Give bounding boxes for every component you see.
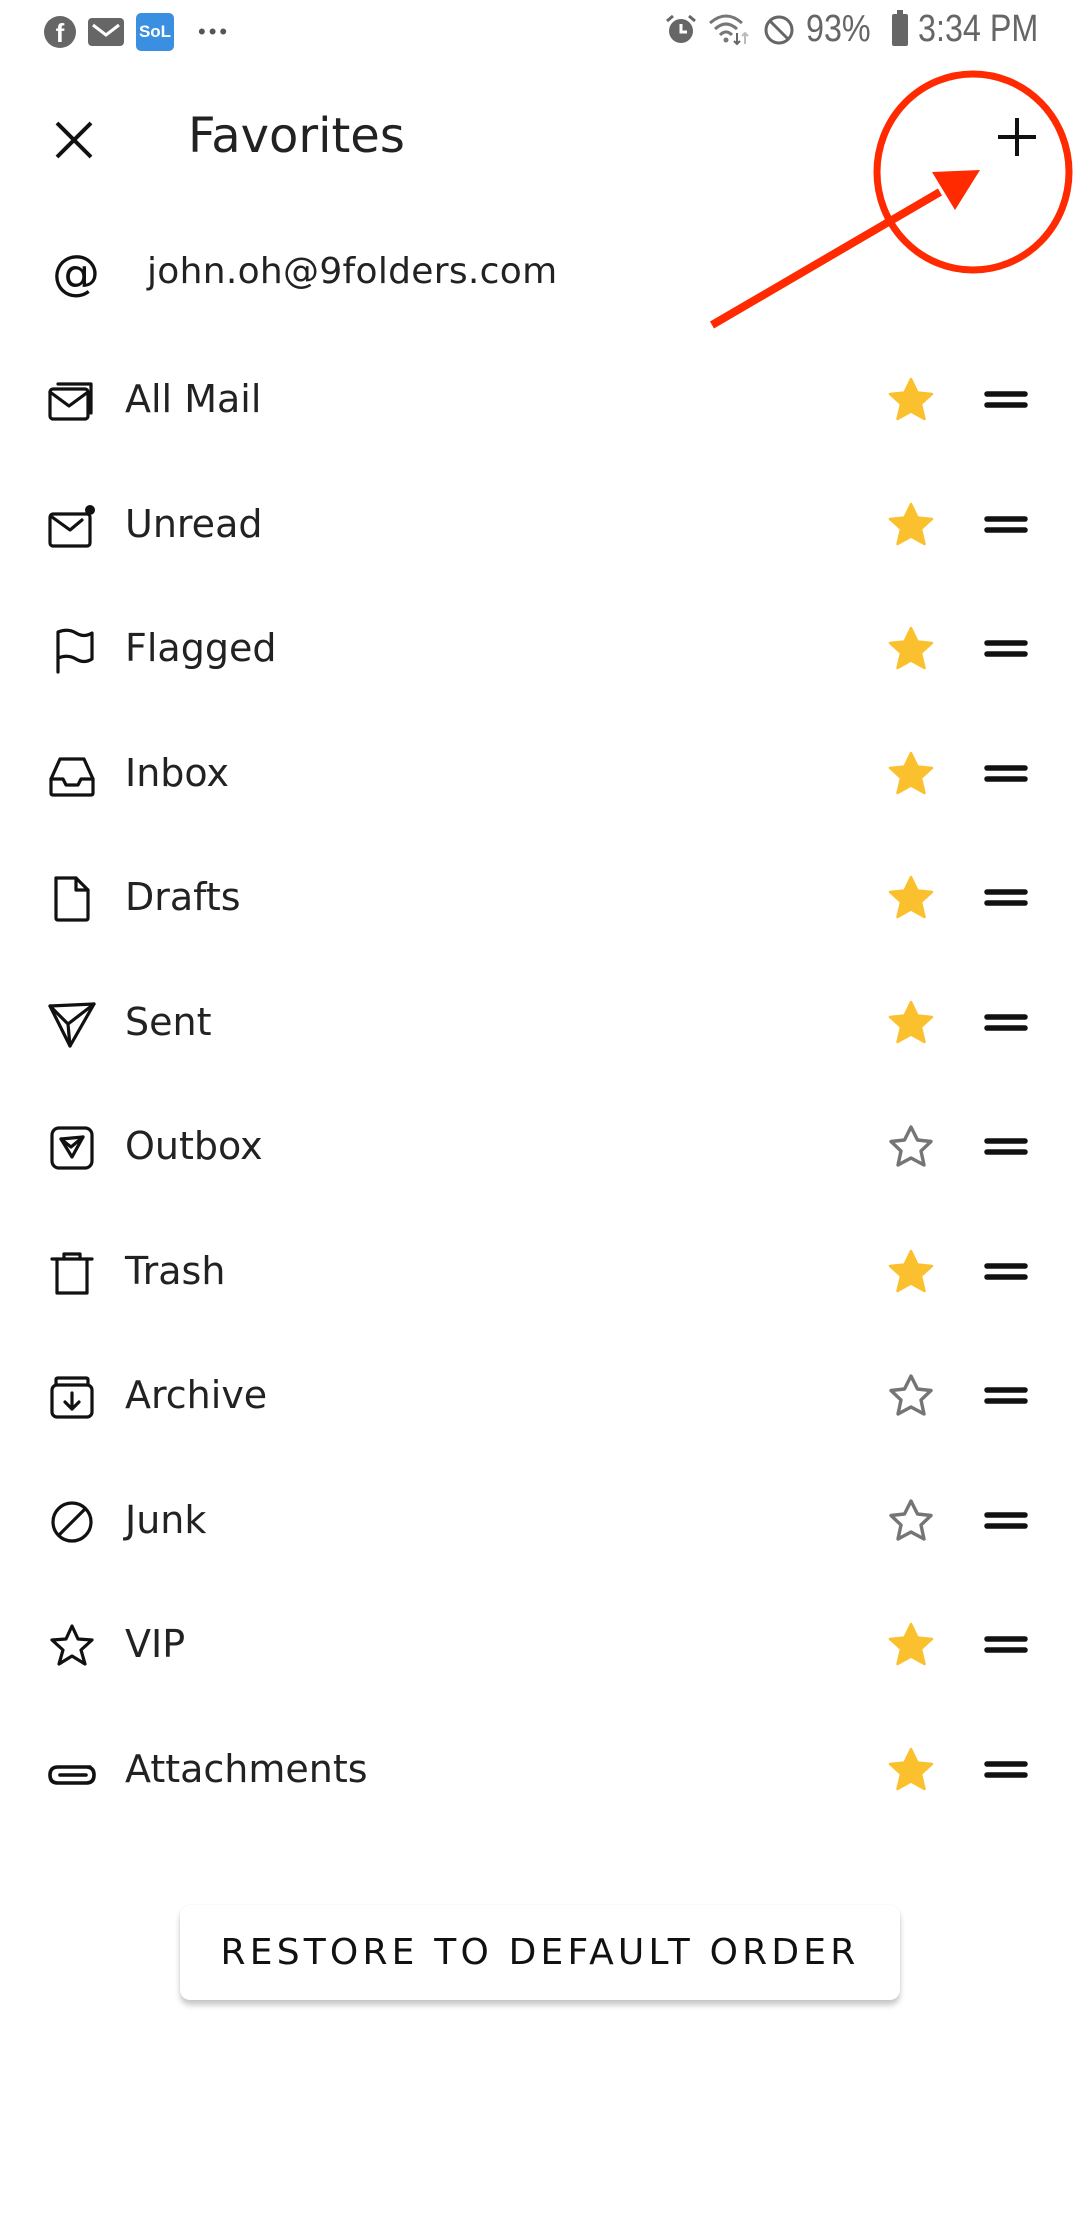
do-not-disturb-icon bbox=[764, 15, 794, 44]
page-title: Favorites bbox=[188, 108, 405, 164]
star-filled-icon[interactable] bbox=[886, 375, 936, 425]
star-outline-icon[interactable] bbox=[886, 1496, 936, 1546]
drag-handle-icon[interactable] bbox=[980, 1249, 1032, 1295]
star-filled-icon[interactable] bbox=[886, 749, 936, 799]
folder-label: Unread bbox=[125, 501, 263, 546]
drag-handle-icon[interactable] bbox=[980, 1000, 1032, 1046]
star-outline-icon[interactable] bbox=[886, 1122, 936, 1172]
folder-row-junk[interactable]: Junk bbox=[0, 1458, 1080, 1583]
folder-label: Outbox bbox=[125, 1124, 263, 1168]
drag-handle-icon[interactable] bbox=[980, 875, 1032, 921]
folder-label: Drafts bbox=[125, 875, 241, 919]
alarm-icon bbox=[666, 14, 697, 43]
draft-document-icon bbox=[46, 873, 98, 925]
star-filled-icon[interactable] bbox=[886, 1745, 936, 1795]
close-button[interactable] bbox=[48, 112, 98, 162]
folder-row-drafts[interactable]: Drafts bbox=[0, 835, 1080, 960]
folder-label: Flagged bbox=[125, 626, 277, 670]
folder-row-sent[interactable]: Sent bbox=[0, 960, 1080, 1085]
notification-icons: f SoL ••• bbox=[44, 13, 230, 51]
folder-label: Inbox bbox=[125, 750, 229, 795]
plus-icon bbox=[998, 118, 1036, 156]
unread-mail-icon bbox=[46, 500, 98, 552]
sent-paper-plane-icon bbox=[46, 998, 98, 1050]
battery-icon bbox=[892, 9, 909, 46]
restore-default-order-button[interactable]: RESTORE TO DEFAULT ORDER bbox=[180, 1905, 900, 2000]
drag-handle-icon[interactable] bbox=[980, 626, 1032, 672]
folder-row-all-mail[interactable]: All Mail bbox=[0, 337, 1080, 462]
folder-row-vip[interactable]: VIP bbox=[0, 1582, 1080, 1707]
drag-handle-icon[interactable] bbox=[980, 1124, 1032, 1170]
favorites-list: All Mail Unread Flagged Inbox Drafts Sent Outb… bbox=[0, 337, 1080, 1831]
drag-handle-icon[interactable] bbox=[980, 1747, 1032, 1793]
vip-star-icon bbox=[46, 1620, 98, 1672]
folder-row-flagged[interactable]: Flagged bbox=[0, 586, 1080, 711]
at-icon: @ bbox=[52, 245, 100, 301]
drag-handle-icon[interactable] bbox=[980, 502, 1032, 548]
paperclip-icon bbox=[46, 1745, 98, 1797]
folder-row-trash[interactable]: Trash bbox=[0, 1209, 1080, 1334]
star-filled-icon[interactable] bbox=[886, 873, 936, 923]
trash-icon bbox=[46, 1247, 98, 1299]
folder-row-attachments[interactable]: Attachments bbox=[0, 1707, 1080, 1832]
status-bar: f SoL ••• 93% 3:34 PM bbox=[0, 0, 1080, 62]
folder-row-inbox[interactable]: Inbox bbox=[0, 711, 1080, 836]
drag-handle-icon[interactable] bbox=[980, 1373, 1032, 1419]
folder-label: Sent bbox=[125, 999, 212, 1044]
folder-label: Archive bbox=[125, 1373, 268, 1417]
inbox-tray-icon bbox=[46, 749, 98, 801]
add-favorite-button[interactable] bbox=[990, 110, 1044, 164]
battery-percent: 93% bbox=[806, 8, 872, 50]
flag-icon bbox=[46, 624, 98, 676]
more-notifications-icon: ••• bbox=[198, 19, 231, 44]
drag-handle-icon[interactable] bbox=[980, 1622, 1032, 1668]
folder-label: Junk bbox=[125, 1497, 207, 1542]
clock: 3:34 PM bbox=[918, 8, 1039, 50]
app-header: Favorites bbox=[0, 90, 1080, 182]
facebook-icon: f bbox=[44, 16, 76, 48]
folder-label: VIP bbox=[125, 1622, 186, 1666]
email-notification-icon bbox=[88, 18, 124, 46]
folder-row-outbox[interactable]: Outbox bbox=[0, 1084, 1080, 1209]
junk-block-icon bbox=[46, 1496, 98, 1548]
folder-row-archive[interactable]: Archive bbox=[0, 1333, 1080, 1458]
system-status: 93% 3:34 PM bbox=[664, 8, 1060, 51]
archive-box-icon bbox=[46, 1371, 98, 1423]
drag-handle-icon[interactable] bbox=[980, 751, 1032, 797]
account-email: john.oh@9folders.com bbox=[147, 251, 558, 292]
drag-handle-icon[interactable] bbox=[980, 377, 1032, 423]
star-outline-icon[interactable] bbox=[886, 1371, 936, 1421]
outbox-icon bbox=[46, 1122, 98, 1174]
folder-row-unread[interactable]: Unread bbox=[0, 462, 1080, 587]
star-filled-icon[interactable] bbox=[886, 1620, 936, 1670]
drag-handle-icon[interactable] bbox=[980, 1498, 1032, 1544]
close-icon bbox=[55, 121, 93, 159]
star-filled-icon[interactable] bbox=[886, 1247, 936, 1297]
star-filled-icon[interactable] bbox=[886, 500, 936, 550]
star-filled-icon[interactable] bbox=[886, 998, 936, 1048]
wifi-icon bbox=[709, 14, 750, 45]
all-mail-icon bbox=[46, 375, 98, 427]
account-row: @ john.oh@9folders.com bbox=[0, 235, 1080, 307]
folder-label: All Mail bbox=[125, 377, 262, 421]
folder-label: Attachments bbox=[125, 1746, 368, 1791]
star-filled-icon[interactable] bbox=[886, 624, 936, 674]
sol-app-icon: SoL bbox=[136, 13, 174, 51]
folder-label: Trash bbox=[125, 1248, 226, 1293]
